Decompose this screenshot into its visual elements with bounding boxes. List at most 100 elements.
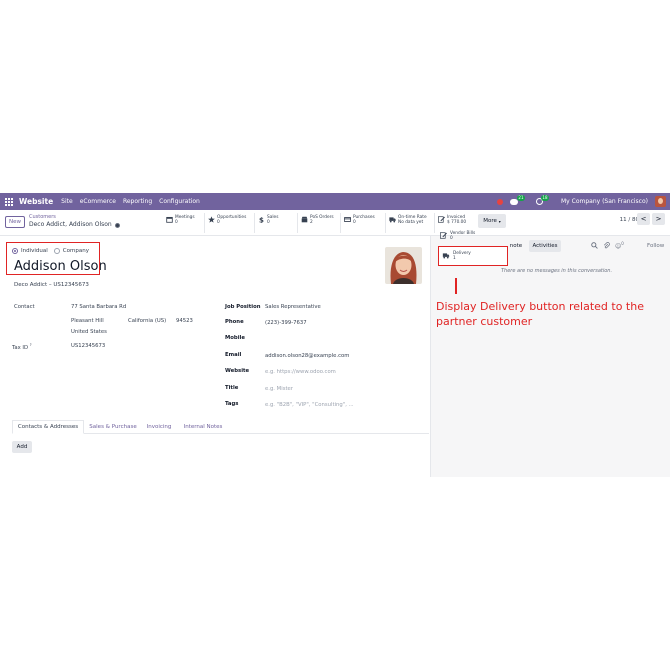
stat-on-time-rate[interactable]: On-time Rate No data yet — [389, 215, 427, 231]
annotation-text: Display Delivery button related to the p… — [436, 300, 644, 328]
notebook-tabs: Contacts & Addresses Sales & Purchase In… — [12, 420, 429, 434]
mobile-label: Mobile — [225, 335, 245, 341]
parent-company-field[interactable]: Deco Addict – US12345673 — [14, 282, 89, 288]
stat-invoiced[interactable]: Invoiced $ 770.00 — [438, 215, 466, 231]
job-position-label: Job Position — [225, 304, 261, 310]
tab-contacts-addresses[interactable]: Contacts & Addresses — [12, 420, 84, 434]
tax-id-field[interactable]: US12345673 — [71, 343, 105, 349]
followers-button[interactable]: ☺0 — [615, 241, 624, 250]
phone-field[interactable]: (223)-399-7637 — [265, 320, 307, 326]
stat-opportunities[interactable]: Opportunities 0 — [208, 215, 246, 231]
state-field[interactable]: California (US) — [128, 318, 166, 324]
stat-purchases[interactable]: Purchases 0 — [344, 215, 375, 231]
breadcrumb[interactable]: Customers — [29, 214, 56, 220]
phone-label: Phone — [225, 319, 244, 325]
debug-bug-icon[interactable] — [497, 198, 503, 205]
zip-field[interactable]: 94523 — [176, 318, 193, 324]
email-field[interactable]: addison.olson28@example.com — [265, 353, 349, 359]
partner-photo[interactable] — [385, 247, 422, 284]
tax-id-label: Tax ID ? — [12, 343, 32, 351]
company-switcher[interactable]: My Company (San Francisco) — [561, 198, 648, 205]
tags-field[interactable]: e.g. "B2B", "VIP", "Consulting", ... — [265, 402, 354, 408]
dollar-icon: $ — [259, 216, 264, 223]
stat-label: Opportunities — [217, 215, 247, 220]
city-field[interactable]: Pleasant Hill — [71, 318, 104, 324]
menu-configuration[interactable]: Configuration — [159, 198, 200, 205]
tab-internal-notes[interactable]: Internal Notes — [180, 420, 226, 434]
divider — [385, 213, 386, 233]
svg-text:$: $ — [259, 216, 264, 223]
activities-button[interactable]: Activities — [529, 240, 561, 252]
more-button[interactable]: More ▾ — [478, 214, 506, 228]
form-sheet: Individual Company Addison Olson Deco Ad… — [0, 236, 429, 477]
pager-previous-button[interactable]: < — [637, 213, 650, 225]
shop-icon — [301, 216, 308, 223]
stat-pos-orders[interactable]: PoS Orders 2 — [301, 215, 334, 231]
stat-value: 0 — [217, 220, 220, 225]
street-field[interactable]: 77 Santa Barbara Rd — [71, 304, 126, 310]
stat-meetings[interactable]: Meetings 0 — [166, 215, 195, 231]
stat-value: $ 770.00 — [447, 220, 467, 225]
menu-reporting[interactable]: Reporting — [123, 198, 152, 205]
activity-clock-icon[interactable]: 18 — [536, 195, 549, 205]
follower-count: 0 — [621, 241, 624, 246]
gear-icon[interactable] — [114, 222, 120, 228]
chevron-down-icon: ▾ — [498, 218, 501, 224]
app-name[interactable]: Website — [19, 197, 53, 206]
control-panel: New Customers Deco Addict, Addison Olson… — [0, 210, 670, 236]
apps-menu-icon[interactable] — [5, 197, 13, 206]
vendor-bills-button[interactable]: Vendor Bills 0 — [440, 231, 476, 241]
star-icon — [208, 216, 215, 223]
pager-next-button[interactable]: > — [652, 213, 665, 225]
tab-invoicing[interactable]: Invoicing — [144, 420, 174, 434]
log-note-button[interactable]: note — [505, 240, 527, 252]
tab-sales-purchase[interactable]: Sales & Purchase — [86, 420, 140, 434]
mobile-field[interactable] — [265, 335, 375, 343]
divider — [434, 213, 435, 233]
menu-ecommerce[interactable]: eCommerce — [80, 198, 116, 205]
website-label: Website — [225, 368, 250, 374]
help-icon: ? — [29, 343, 32, 347]
country-field[interactable]: United States — [71, 329, 107, 335]
website-field[interactable]: e.g. https://www.odoo.com — [265, 369, 336, 375]
more-label: More — [483, 218, 497, 224]
divider — [297, 213, 298, 233]
chatter-panel: note Activities ☺0 Follow There are no m… — [430, 236, 670, 477]
delivery-count: 1 — [453, 255, 456, 261]
activity-count-badge: 18 — [540, 195, 549, 201]
menu-site[interactable]: Site — [61, 198, 73, 205]
annotation-connector-line — [455, 278, 457, 294]
stat-value: 0 — [175, 220, 178, 225]
calendar-icon — [166, 216, 173, 223]
user-avatar[interactable] — [655, 196, 666, 207]
add-contact-button[interactable]: Add — [12, 441, 32, 453]
search-icon[interactable] — [591, 242, 598, 249]
delivery-button[interactable]: Delivery 1 — [442, 251, 471, 261]
stat-value: 2 — [310, 220, 313, 225]
job-position-field[interactable]: Sales Representative — [265, 304, 321, 310]
top-navbar: Website Site eCommerce Reporting Configu… — [0, 193, 670, 210]
pencil-icon — [440, 232, 447, 239]
follow-button[interactable]: Follow — [647, 243, 664, 249]
divider — [204, 213, 205, 233]
stat-sales[interactable]: $ Sales 0 — [258, 215, 278, 231]
tags-label: Tags — [225, 401, 239, 407]
divider — [254, 213, 255, 233]
stat-label: PoS Orders — [310, 215, 334, 220]
paperclip-icon[interactable] — [603, 242, 610, 249]
stat-value: 0 — [353, 220, 356, 225]
vendor-bills-label: Vendor Bills — [450, 231, 476, 236]
vendor-bills-count: 0 — [450, 235, 453, 241]
title-field[interactable]: e.g. Mister — [265, 386, 293, 392]
contact-label: Contact — [14, 304, 35, 310]
chat-count-badge: 21 — [516, 194, 525, 201]
divider — [340, 213, 341, 233]
odoo-screen: Website Site eCommerce Reporting Configu… — [0, 193, 670, 477]
highlight-box — [6, 242, 100, 275]
discuss-chat-icon[interactable]: 21 — [510, 194, 525, 205]
empty-messages: There are no messages in this conversati… — [501, 268, 613, 274]
new-button[interactable]: New — [5, 216, 25, 228]
pencil-icon — [438, 216, 445, 223]
title-label: Title — [225, 385, 239, 391]
stat-value: 0 — [267, 220, 270, 225]
